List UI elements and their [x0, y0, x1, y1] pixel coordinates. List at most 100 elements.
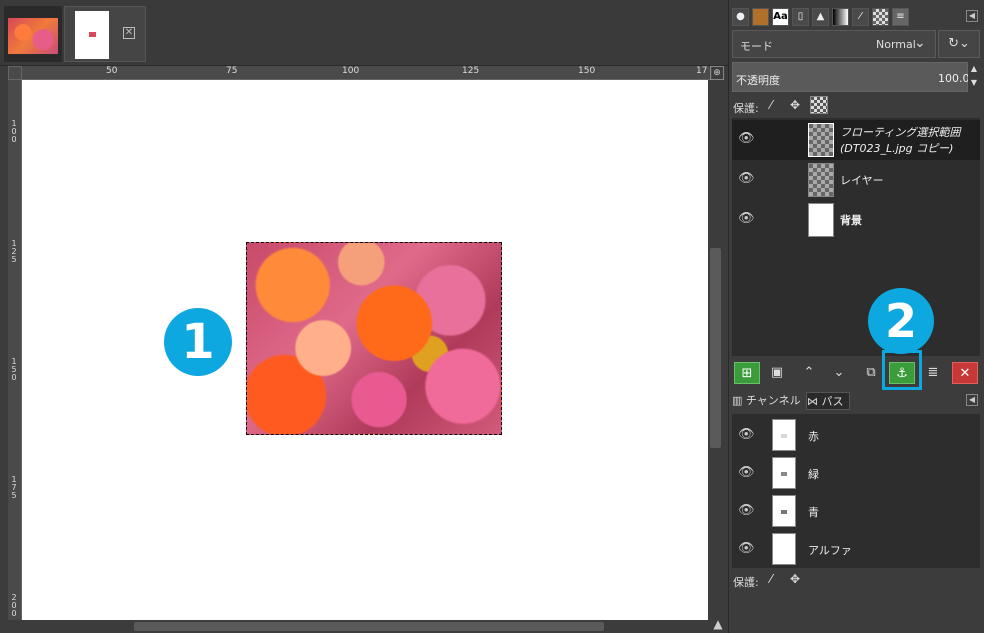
step-marker-1: 1 [164, 308, 232, 376]
channels-icon: ▥ [732, 394, 743, 407]
raise-layer-button[interactable]: ⌃ [796, 362, 822, 384]
eye-icon[interactable]: 👁 [738, 172, 758, 186]
navigate-icon[interactable]: ▲ [710, 617, 726, 633]
v-ruler-tick: 1 0 0 [11, 119, 17, 144]
lock-alpha-icon[interactable] [810, 96, 828, 114]
channel-thumbnail [772, 533, 796, 565]
dock-menu-icon[interactable]: ◀ [966, 394, 978, 406]
v-ruler-tick: 1 5 0 [11, 357, 17, 382]
mode-options-button[interactable]: ↻⌄ [938, 30, 980, 58]
channel-row-green[interactable]: 👁 緑 [732, 454, 980, 492]
eye-icon[interactable]: 👁 [738, 466, 758, 480]
h-ruler-tick: 50 [106, 66, 118, 76]
brush-icon[interactable]: ● [732, 8, 749, 26]
new-layer-button[interactable]: ⊞ [734, 362, 760, 384]
tab-channels[interactable]: ▥ チャンネル [732, 392, 804, 410]
layer-name: 背景 [840, 214, 862, 227]
step-marker-2: 2 [868, 288, 934, 354]
image-tab-gerbera[interactable] [4, 6, 62, 62]
lock-pixels-icon[interactable]: ⁄ [762, 96, 780, 114]
h-ruler-tick: 150 [578, 66, 596, 76]
lock-label: 保護: [733, 102, 759, 115]
lock-label: 保護: [733, 576, 759, 589]
image-tabs-bar: ✕ [0, 0, 728, 66]
white-canvas-thumbnail [75, 11, 109, 59]
eye-icon[interactable]: 👁 [738, 542, 758, 556]
layer-group-button[interactable]: ▣ [764, 362, 790, 384]
merge-down-button[interactable]: ≣ [920, 362, 946, 384]
tab-paths[interactable]: ⋈ パス [806, 392, 850, 410]
v-ruler-tick: 1 2 5 [11, 239, 17, 264]
scroll-thumb[interactable] [710, 248, 721, 448]
channel-thumbnail [772, 495, 796, 527]
lock-pixels-icon[interactable]: ⁄ [762, 570, 780, 588]
layers-icon[interactable]: ≡ [892, 8, 909, 26]
layer-name: フローティング選択範囲 [840, 126, 961, 139]
layers-list: 👁 フローティング選択範囲 (DT023_L.jpg コピー) 👁 レイヤー 👁… [732, 118, 980, 356]
chevron-down-icon: ⌄ [914, 35, 926, 51]
layer-thumbnail [808, 163, 834, 197]
layer-name-sub: (DT023_L.jpg コピー) [840, 142, 954, 155]
paths-icon: ⋈ [807, 395, 818, 408]
zoom-to-fit-icon[interactable]: ⊕ [710, 66, 724, 80]
opacity-spinner[interactable]: ▲ ▼ [968, 62, 980, 92]
channel-name: アルファ [808, 544, 852, 557]
vertical-scrollbar[interactable] [708, 80, 728, 620]
vertical-ruler: 1 0 0 1 2 5 1 5 0 1 7 5 2 0 0 [8, 80, 22, 620]
anchor-highlight-box [882, 350, 922, 390]
channel-thumbnail [772, 419, 796, 451]
gerbera-thumbnail [8, 18, 58, 54]
h-ruler-tick: 75 [226, 66, 238, 76]
horizontal-scrollbar[interactable] [22, 620, 708, 633]
lower-layer-button[interactable]: ⌄ [826, 362, 852, 384]
channel-row-blue[interactable]: 👁 青 [732, 492, 980, 530]
delete-layer-button[interactable]: ✕ [952, 362, 978, 384]
quick-mask-toggle[interactable] [8, 66, 22, 80]
channel-name: 青 [808, 506, 819, 519]
channel-thumbnail [772, 457, 796, 489]
pattern-icon[interactable] [752, 8, 769, 26]
pencil-icon[interactable]: ⁄ [852, 8, 869, 26]
close-box-icon[interactable]: ✕ [123, 27, 135, 39]
h-ruler-tick: 125 [462, 66, 480, 76]
tab-channels-label: チャンネル [745, 394, 801, 407]
scroll-thumb[interactable] [134, 622, 604, 631]
mode-label: モード [740, 40, 773, 53]
channel-name: 赤 [808, 430, 819, 443]
eye-icon[interactable]: 👁 [738, 504, 758, 518]
h-ruler-tick: 17 [696, 66, 708, 76]
layer-row-background[interactable]: 👁 背景 [732, 200, 980, 240]
opacity-value: 100.0 [938, 72, 970, 85]
channels-list: 👁 赤 👁 緑 👁 青 👁 アルファ [732, 414, 980, 568]
tab-paths-label: パス [821, 395, 844, 408]
eye-icon[interactable]: 👁 [738, 428, 758, 442]
eye-icon[interactable]: 👁 [738, 212, 758, 226]
document-icon[interactable]: ▯ [792, 8, 809, 26]
layer-row-floating[interactable]: 👁 フローティング選択範囲 (DT023_L.jpg コピー) [732, 120, 980, 160]
layer-name: レイヤー [840, 174, 884, 187]
font-icon[interactable]: Aa [772, 8, 789, 26]
h-ruler-tick: 100 [342, 66, 360, 76]
v-ruler-tick: 1 7 5 [11, 475, 17, 500]
layer-thumbnail [808, 123, 834, 157]
gradient-icon[interactable] [832, 8, 849, 26]
channel-name: 緑 [808, 468, 819, 481]
opacity-label: 不透明度 [736, 74, 780, 87]
mode-value: Normal [876, 38, 916, 51]
dock-menu-icon[interactable]: ◀ [966, 10, 978, 22]
lock-position-icon[interactable]: ✥ [786, 96, 804, 114]
checker-icon[interactable] [872, 8, 889, 26]
layer-thumbnail [808, 203, 834, 237]
shape-icon[interactable]: ▲ [812, 8, 829, 26]
channel-row-alpha[interactable]: 👁 アルファ [732, 530, 980, 568]
left-edge-bar [0, 66, 8, 633]
lock-position-icon[interactable]: ✥ [786, 570, 804, 588]
image-tab-white-canvas[interactable]: ✕ [64, 6, 146, 62]
channel-row-red[interactable]: 👁 赤 [732, 416, 980, 454]
layer-row-layer[interactable]: 👁 レイヤー [732, 160, 980, 200]
horizontal-ruler: 50 75 100 125 150 17 [22, 66, 712, 80]
duplicate-layer-button[interactable]: ⧉ [858, 362, 884, 384]
dock-tab-strip: ● Aa ▯ ▲ ⁄ ≡ [732, 8, 912, 28]
eye-icon[interactable]: 👁 [738, 132, 758, 146]
floating-selection[interactable] [246, 242, 502, 435]
